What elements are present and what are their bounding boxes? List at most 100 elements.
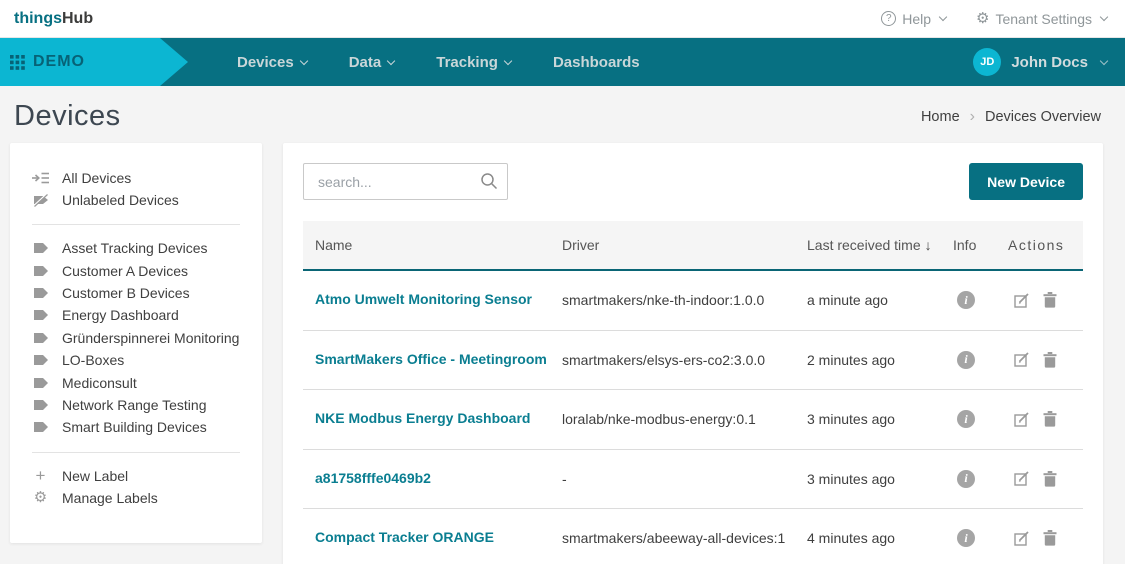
edit-icon[interactable] bbox=[1014, 470, 1031, 487]
sidebar-item-unlabeled-devices[interactable]: Unlabeled Devices bbox=[10, 189, 262, 211]
chevron-down-icon bbox=[939, 13, 947, 21]
user-menu[interactable]: JD John Docs bbox=[973, 48, 1107, 76]
sidebar-item-label: Unlabeled Devices bbox=[62, 192, 179, 208]
tag-icon bbox=[32, 330, 49, 346]
sidebar-label-item[interactable]: Asset Tracking Devices bbox=[10, 237, 262, 259]
sidebar-item-label: Customer B Devices bbox=[62, 285, 190, 301]
gear-icon: ⚙ bbox=[976, 11, 989, 26]
thingshub-logo[interactable]: thingsHub bbox=[14, 10, 93, 28]
sort-desc-icon: ↓ bbox=[925, 237, 932, 253]
divider bbox=[32, 452, 240, 453]
column-header-driver[interactable]: Driver bbox=[562, 237, 807, 253]
page-title: Devices bbox=[14, 100, 121, 133]
column-header-info: Info bbox=[953, 237, 1008, 253]
info-icon[interactable]: i bbox=[957, 529, 975, 547]
sidebar-item-label: Gründerspinnerei Monitoring bbox=[62, 330, 239, 346]
delete-icon[interactable] bbox=[1043, 292, 1057, 308]
help-icon: ? bbox=[881, 11, 896, 26]
help-menu[interactable]: ? Help bbox=[881, 11, 946, 27]
nav-item-dashboards[interactable]: Dashboards bbox=[553, 54, 640, 71]
info-icon[interactable]: i bbox=[957, 291, 975, 309]
sidebar-item-new-label[interactable]: + New Label bbox=[10, 465, 262, 487]
delete-icon[interactable] bbox=[1043, 411, 1057, 427]
device-name-link[interactable]: NKE Modbus Energy Dashboard bbox=[315, 410, 530, 426]
sidebar-item-label: Asset Tracking Devices bbox=[62, 240, 208, 256]
gear-icon: ⚙ bbox=[32, 490, 49, 506]
user-name: John Docs bbox=[1011, 54, 1088, 71]
new-device-button[interactable]: New Device bbox=[969, 163, 1083, 200]
sidebar-item-label: Energy Dashboard bbox=[62, 307, 179, 323]
tag-icon bbox=[32, 419, 49, 435]
sidebar-item-label: Customer A Devices bbox=[62, 263, 188, 279]
sidebar-label-item[interactable]: Customer A Devices bbox=[10, 259, 262, 281]
table-row: Compact Tracker ORANGE smartmakers/abeew… bbox=[303, 509, 1083, 564]
edit-icon[interactable] bbox=[1014, 530, 1031, 547]
sidebar-item-label: Manage Labels bbox=[62, 490, 158, 506]
delete-icon[interactable] bbox=[1043, 352, 1057, 368]
delete-icon[interactable] bbox=[1043, 471, 1057, 487]
sidebar-label-item[interactable]: Energy Dashboard bbox=[10, 304, 262, 326]
device-driver: loralab/nke-modbus-energy:0.1 bbox=[562, 411, 807, 427]
device-name-link[interactable]: SmartMakers Office - Meetingroom bbox=[315, 351, 547, 367]
sidebar-item-manage-labels[interactable]: ⚙ Manage Labels bbox=[10, 487, 262, 509]
sidebar-label-item[interactable]: Mediconsult bbox=[10, 371, 262, 393]
nav-item-devices[interactable]: Devices bbox=[237, 54, 307, 71]
top-bar: thingsHub ? Help ⚙ Tenant Settings bbox=[0, 0, 1125, 38]
device-last-received: 3 minutes ago bbox=[807, 471, 953, 487]
tenant-settings-label: Tenant Settings bbox=[995, 11, 1092, 27]
info-icon[interactable]: i bbox=[957, 410, 975, 428]
chevron-down-icon bbox=[1100, 13, 1108, 21]
sidebar-label-item[interactable]: LO-Boxes bbox=[10, 349, 262, 371]
device-name-link[interactable]: a81758fffe0469b2 bbox=[315, 470, 431, 486]
tag-icon bbox=[32, 352, 49, 368]
tag-icon bbox=[32, 240, 49, 256]
tag-icon bbox=[32, 307, 49, 323]
tenant-tab-demo[interactable]: DEMO bbox=[0, 38, 188, 86]
devices-table: Name Driver Last received time↓ Info Act… bbox=[303, 221, 1083, 564]
nav-item-data[interactable]: Data bbox=[349, 54, 395, 71]
sidebar-label-item[interactable]: Network Range Testing bbox=[10, 394, 262, 416]
device-last-received: 3 minutes ago bbox=[807, 411, 953, 427]
tenant-settings-menu[interactable]: ⚙ Tenant Settings bbox=[976, 11, 1107, 27]
sidebar-item-label: Smart Building Devices bbox=[62, 419, 207, 435]
sidebar-label-item[interactable]: Smart Building Devices bbox=[10, 416, 262, 438]
logo-part-hub: Hub bbox=[62, 10, 93, 27]
sidebar-label-item[interactable]: Gründerspinnerei Monitoring bbox=[10, 327, 262, 349]
sidebar-item-label: LO-Boxes bbox=[62, 352, 124, 368]
table-body: Atmo Umwelt Monitoring Sensor smartmaker… bbox=[303, 271, 1083, 564]
grid-icon bbox=[10, 55, 25, 70]
table-row: Atmo Umwelt Monitoring Sensor smartmaker… bbox=[303, 271, 1083, 331]
device-name-link[interactable]: Atmo Umwelt Monitoring Sensor bbox=[315, 291, 532, 307]
tenant-name: DEMO bbox=[33, 53, 85, 71]
breadcrumb-home[interactable]: Home bbox=[921, 109, 960, 125]
info-icon[interactable]: i bbox=[957, 470, 975, 488]
devices-panel: New Device Name Driver Last received tim… bbox=[283, 143, 1103, 564]
table-row: a81758fffe0469b2 - 3 minutes ago i bbox=[303, 450, 1083, 510]
breadcrumb-current: Devices Overview bbox=[985, 109, 1101, 125]
column-header-last-received-time[interactable]: Last received time↓ bbox=[807, 237, 953, 253]
edit-icon[interactable] bbox=[1014, 411, 1031, 428]
info-icon[interactable]: i bbox=[957, 351, 975, 369]
tag-icon bbox=[32, 397, 49, 413]
sidebar-label-item[interactable]: Customer B Devices bbox=[10, 282, 262, 304]
chevron-down-icon bbox=[299, 56, 307, 64]
all-devices-icon bbox=[32, 170, 49, 186]
edit-icon[interactable] bbox=[1014, 292, 1031, 309]
device-name-link[interactable]: Compact Tracker ORANGE bbox=[315, 529, 494, 545]
device-driver: smartmakers/nke-th-indoor:1.0.0 bbox=[562, 292, 807, 308]
search-icon bbox=[480, 172, 498, 195]
tag-icon bbox=[32, 375, 49, 391]
sidebar-item-label: All Devices bbox=[62, 170, 131, 186]
device-driver: smartmakers/elsys-ers-co2:3.0.0 bbox=[562, 352, 807, 368]
search-input[interactable] bbox=[303, 163, 508, 200]
plus-icon: + bbox=[32, 468, 49, 484]
main-navbar: DEMO Devices Data Tracking Dashboards JD Jo… bbox=[0, 38, 1125, 86]
delete-icon[interactable] bbox=[1043, 530, 1057, 546]
sidebar-item-all-devices[interactable]: All Devices bbox=[10, 167, 262, 189]
table-row: NKE Modbus Energy Dashboard loralab/nke-… bbox=[303, 390, 1083, 450]
nav-item-tracking[interactable]: Tracking bbox=[436, 54, 511, 71]
column-header-name[interactable]: Name bbox=[303, 237, 562, 253]
table-row: SmartMakers Office - Meetingroom smartma… bbox=[303, 331, 1083, 391]
chevron-down-icon bbox=[504, 56, 512, 64]
edit-icon[interactable] bbox=[1014, 351, 1031, 368]
